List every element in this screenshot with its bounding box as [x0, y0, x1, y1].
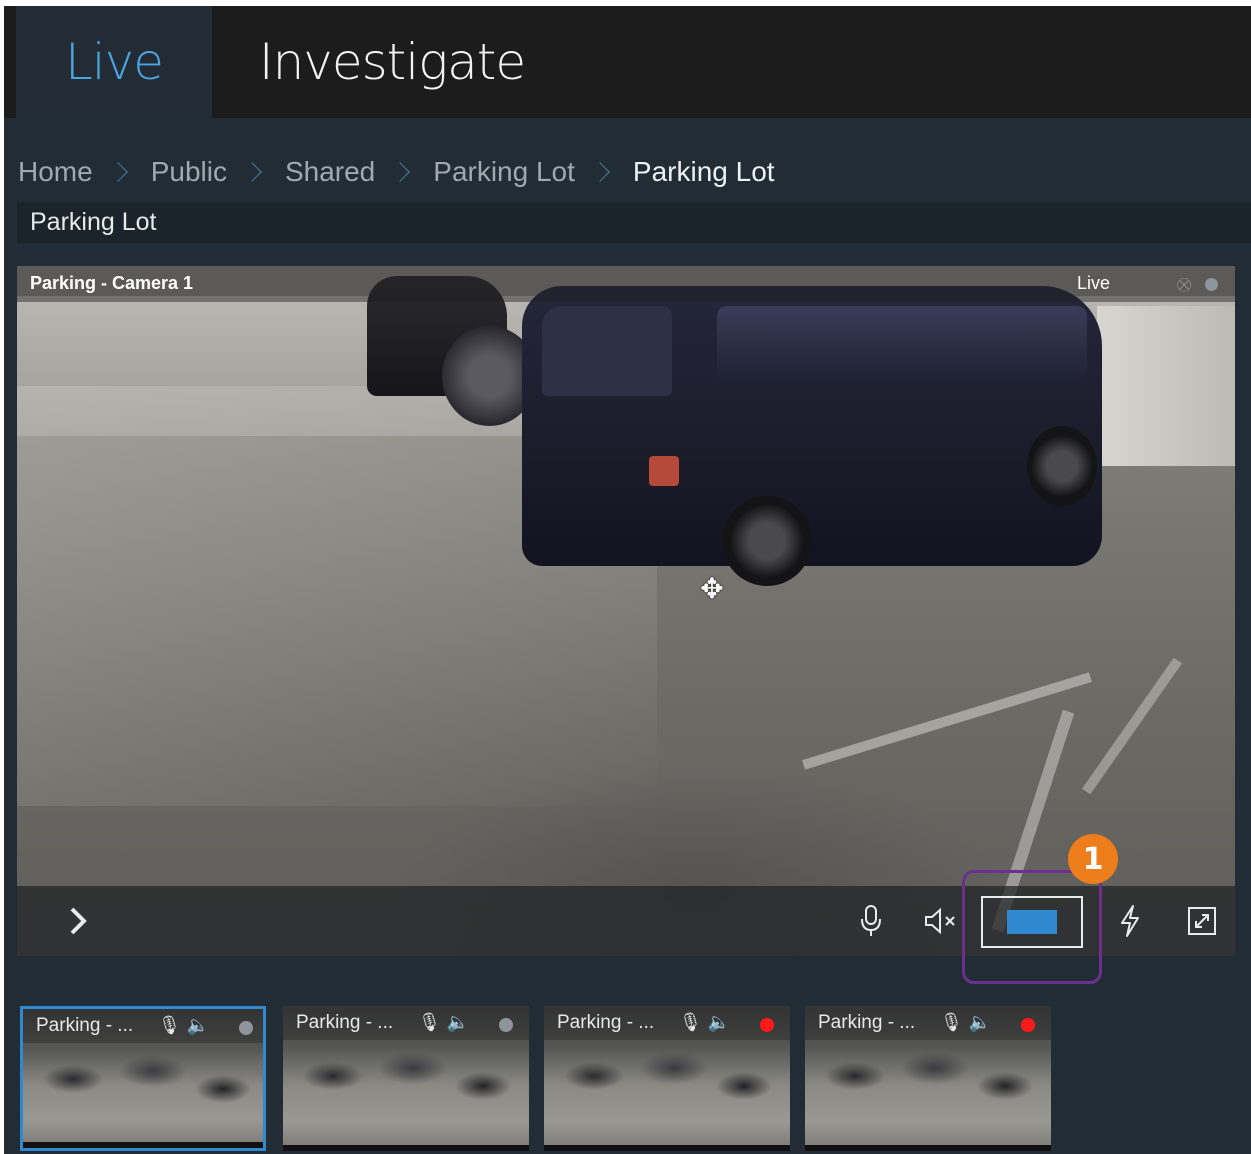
camera-thumbnail[interactable]: Parking - ... 🎙🔈	[805, 1006, 1051, 1151]
stream-quality-button[interactable]	[981, 896, 1083, 948]
chevron-right-icon	[242, 162, 262, 182]
status-dot-icon	[239, 1021, 253, 1035]
tile-toolbar	[17, 886, 1235, 956]
recording-dot-icon	[760, 1018, 774, 1032]
camera-name: Parking - Camera 1	[30, 273, 194, 293]
lightning-icon[interactable]	[1109, 900, 1151, 942]
fullscreen-icon[interactable]	[1181, 900, 1223, 942]
thumbnail-audio-icons: 🎙🔈	[679, 1012, 737, 1032]
thumbnail-name: Parking - ...	[818, 1012, 916, 1033]
tab-investigate[interactable]: Investigate	[212, 6, 572, 118]
microphone-icon[interactable]	[850, 900, 892, 942]
recording-dot-icon	[1021, 1018, 1035, 1032]
camera-thumbnail[interactable]: Parking - ... 🎙🔈	[283, 1006, 529, 1151]
thumbnail-audio-icons: 🎙🔈	[940, 1012, 998, 1032]
breadcrumb-home[interactable]: Home	[18, 156, 93, 188]
callout-badge: 1	[1068, 834, 1118, 884]
breadcrumb-public[interactable]: Public	[151, 156, 227, 188]
recording-icon: ⛒	[1177, 276, 1192, 292]
breadcrumb-parking-lot-view: Parking Lot	[632, 156, 775, 187]
tile-header: Parking - Camera 1 Live ⛒	[17, 266, 1235, 302]
top-navigation: Live Investigate	[4, 6, 1251, 118]
move-cursor-icon: ✥	[700, 573, 724, 604]
mode-label: Live	[1077, 273, 1111, 293]
chevron-right-icon	[590, 162, 610, 182]
tab-live[interactable]: Live	[16, 6, 212, 118]
camera-tile-main[interactable]: Parking - Camera 1 Live ⛒ ✥	[17, 266, 1235, 956]
thumbnail-name: Parking - ...	[36, 1015, 134, 1036]
status-dot-icon	[499, 1018, 513, 1032]
chevron-right-icon	[107, 162, 128, 182]
thumbnail-audio-icons: 🎙🔈	[418, 1012, 476, 1032]
camera-thumbnail[interactable]: Parking - ... 🎙🔈	[20, 1006, 266, 1151]
view-title-bar: Parking Lot	[17, 202, 1251, 243]
chevron-right-icon	[390, 162, 411, 182]
thumbnail-audio-icons: 🎙🔈	[158, 1015, 216, 1035]
app-window: Live Investigate Home Public Shared Park…	[4, 6, 1251, 1154]
speaker-muted-icon[interactable]	[920, 900, 962, 942]
breadcrumb-shared[interactable]: Shared	[285, 156, 375, 188]
status-dot-icon	[1205, 278, 1218, 291]
breadcrumb-parking-lot-folder[interactable]: Parking Lot	[433, 156, 575, 188]
view-title: Parking Lot	[30, 208, 157, 236]
camera-thumbnail[interactable]: Parking - ... 🎙🔈	[544, 1006, 790, 1151]
thumbnail-name: Parking - ...	[296, 1012, 394, 1033]
thumbnail-name: Parking - ...	[557, 1012, 655, 1033]
stream-quality-icon	[1007, 910, 1057, 934]
breadcrumb: Home Public Shared Parking Lot Parking L…	[18, 152, 775, 192]
expand-chevron-icon[interactable]	[57, 900, 99, 942]
